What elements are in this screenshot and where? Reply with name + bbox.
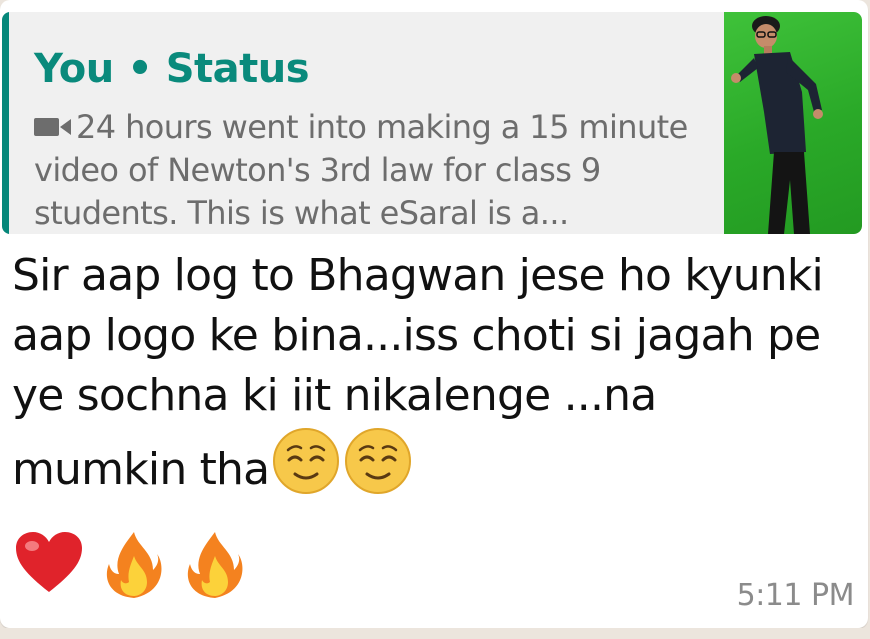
- status-video-thumbnail[interactable]: [724, 12, 862, 234]
- quote-status-text-block: 24 hours went into making a 15 minute vi…: [34, 106, 694, 234]
- quote-author-name: You: [34, 46, 114, 92]
- quoted-status-reply[interactable]: You • Status 24 hours went into making a…: [2, 12, 862, 234]
- red-heart-emoji: [14, 530, 84, 600]
- relieved-face-emoji: [343, 426, 413, 512]
- quote-author-line: You • Status: [34, 46, 310, 92]
- quote-accent-bar: [2, 12, 9, 234]
- person-figure: [731, 16, 823, 234]
- quote-separator: •: [127, 46, 153, 92]
- message-bubble[interactable]: You • Status 24 hours went into making a…: [0, 0, 868, 628]
- message-text: Sir aap log to Bhagwan jese ho kyunki aa…: [12, 250, 824, 495]
- message-text-block: Sir aap log to Bhagwan jese ho kyunki aa…: [12, 246, 832, 512]
- quote-status-label: Status: [165, 46, 310, 92]
- fire-emoji: [184, 530, 246, 604]
- quote-status-text: 24 hours went into making a 15 minute vi…: [34, 108, 688, 232]
- relieved-face-emoji: [271, 426, 341, 512]
- emoji-row: [14, 530, 260, 604]
- fire-emoji: [103, 530, 165, 604]
- video-camera-icon: [34, 106, 72, 149]
- chat-wallpaper: [0, 628, 870, 639]
- message-timestamp: 5:11 PM: [736, 578, 855, 613]
